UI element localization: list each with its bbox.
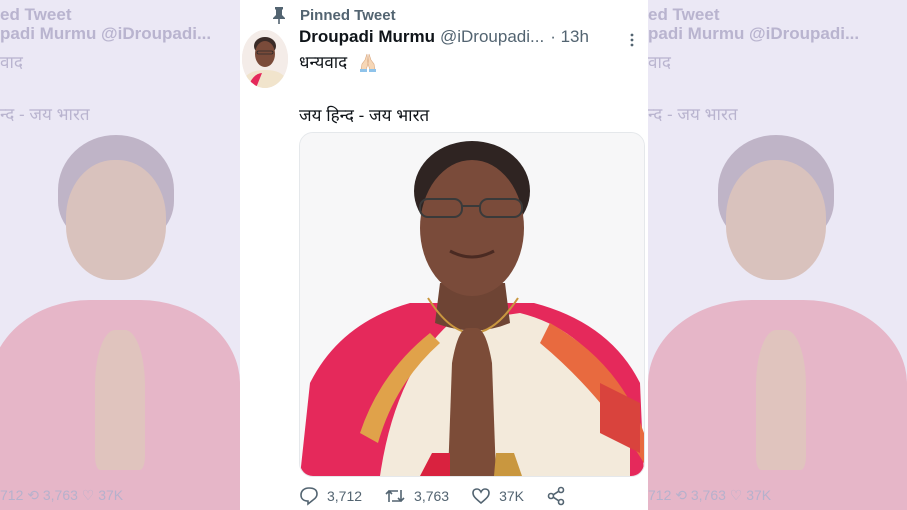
tweet-actions: 3,712 3,763 37K — [299, 486, 596, 506]
reply-icon — [300, 487, 318, 506]
tweet-text-line2: जय हिन्द - जय भारत — [299, 106, 430, 125]
author-name[interactable]: Droupadi Murmu — [299, 27, 435, 47]
tweet-timestamp[interactable]: · 13h — [550, 27, 589, 47]
ghost-author-line: padi Murmu @iDroupadi... — [648, 24, 860, 43]
ghost-actions: 712 ⟲ 3,763 ♡ 37K — [0, 487, 124, 503]
retweet-button[interactable]: 3,763 — [384, 486, 449, 506]
pinned-tweet-label: Pinned Tweet — [300, 6, 396, 24]
author-handle[interactable]: @iDroupadi... — [440, 27, 544, 47]
tweet-text-thanks: धन्यवाद — [299, 53, 348, 72]
ghost-line1: वाद — [648, 53, 671, 72]
ghost-line2: न्द - जय भारत — [0, 105, 90, 124]
tweet-text-line1: धन्यवाद — [299, 50, 379, 73]
ghost-pinned-label: ed Tweet — [0, 5, 72, 24]
tweet-header: Droupadi Murmu @iDroupadi... · 13h — [299, 27, 589, 47]
retweet-icon — [385, 489, 405, 503]
portrait-image — [300, 133, 644, 476]
ghost-face — [66, 160, 166, 280]
ghost-author-line: padi Murmu @iDroupadi... — [0, 24, 212, 43]
reply-button[interactable]: 3,712 — [299, 486, 362, 506]
ghost-pinned-label: ed Tweet — [648, 5, 720, 24]
ghost-face — [726, 160, 826, 280]
pinned-tweet-row: Pinned Tweet — [272, 6, 396, 24]
like-button[interactable]: 37K — [471, 486, 524, 506]
heart-icon — [472, 488, 490, 505]
folded-hands-emoji-icon — [360, 53, 377, 72]
left-blurred-background: ed Tweet padi Murmu @iDroupadi... वाद न्… — [0, 0, 240, 510]
tweet-photo[interactable] — [299, 132, 645, 477]
ghost-hands — [756, 330, 806, 470]
retweet-count: 3,763 — [414, 488, 450, 504]
reply-count: 3,712 — [327, 488, 363, 504]
share-button[interactable] — [546, 486, 574, 506]
avatar[interactable] — [242, 30, 288, 88]
ghost-hands — [95, 330, 145, 470]
tweet-card[interactable]: Pinned Tweet Droupadi Murmu @iDroupadi..… — [240, 0, 648, 510]
pin-icon — [273, 7, 285, 24]
like-count: 37K — [499, 488, 525, 504]
right-blurred-background: ed Tweet padi Murmu @iDroupadi... वाद न्… — [648, 0, 907, 510]
ghost-line1: वाद — [0, 53, 23, 72]
ghost-line2: न्द - जय भारत — [648, 105, 738, 124]
ghost-actions: 712 ⟲ 3,763 ♡ 37K — [648, 487, 772, 503]
avatar-portrait — [242, 30, 288, 88]
more-options-icon[interactable] — [629, 32, 635, 48]
share-icon — [547, 486, 565, 506]
